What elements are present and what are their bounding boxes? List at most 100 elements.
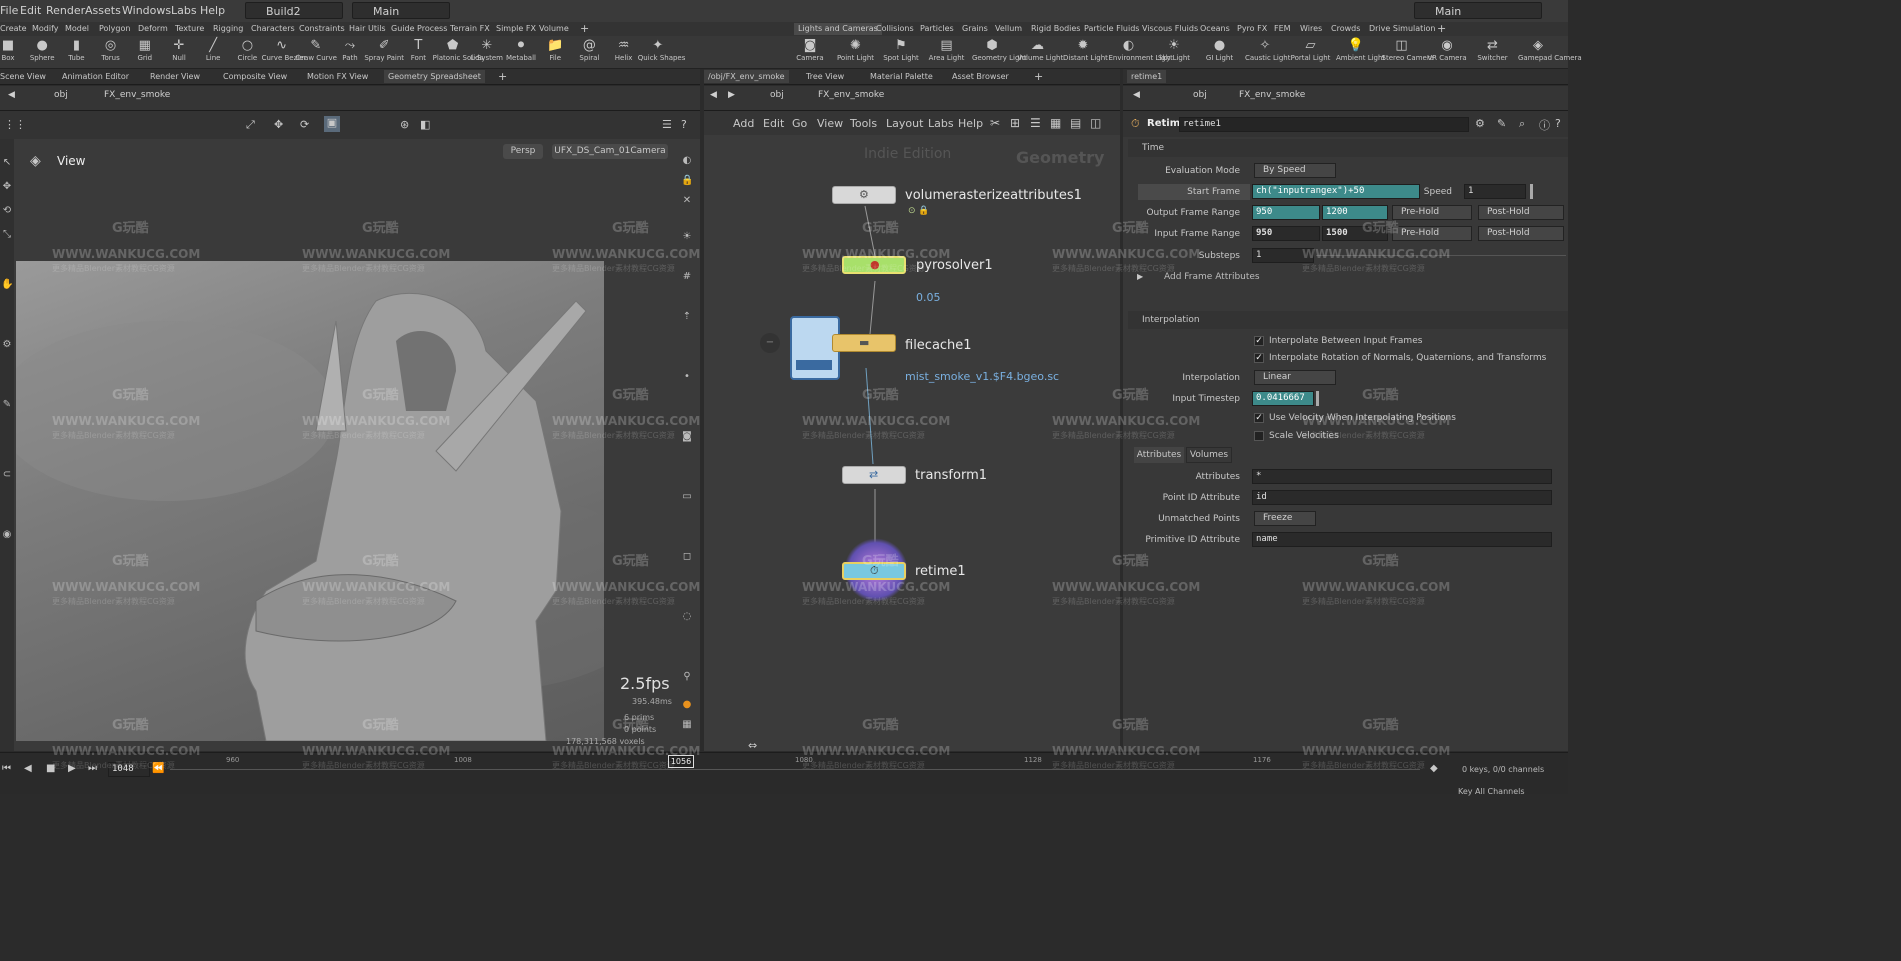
mid-path-node[interactable]: FX_env_smoke: [818, 90, 884, 100]
tool-vr-camera[interactable]: ◉ VR Camera: [1427, 36, 1467, 68]
input-end-field[interactable]: 1500: [1322, 226, 1388, 241]
substeps-field[interactable]: 1: [1252, 248, 1314, 263]
tool-distant-light[interactable]: ✹ Distant Light: [1063, 36, 1108, 68]
output-end-field[interactable]: 1200: [1322, 205, 1388, 220]
points-toggle-icon[interactable]: •: [681, 371, 693, 383]
menu-windows[interactable]: Windows: [122, 4, 171, 17]
node-volumerasterizeattributes1[interactable]: ⚙: [832, 186, 896, 204]
viewport-menu-icon[interactable]: ⋮⋮: [4, 118, 26, 131]
menu-render[interactable]: Render: [46, 4, 85, 17]
tool-geometry-light[interactable]: ⬢ Geometry Light: [972, 36, 1027, 68]
jump-end-icon[interactable]: ⏭: [88, 763, 97, 774]
tool-gamepad-camera[interactable]: ◈ Gamepad Camera: [1518, 36, 1582, 68]
mid-forward-arrow-icon[interactable]: ▶: [728, 90, 735, 100]
tool-caustic-light[interactable]: ✧ Caustic Light: [1245, 36, 1291, 68]
shelf-tab-model[interactable]: Model: [61, 23, 93, 35]
tool-portal-light[interactable]: ▱ Portal Light: [1291, 36, 1331, 68]
input-posthold-dropdown[interactable]: Post-Hold: [1478, 226, 1564, 241]
right-path-root[interactable]: obj: [1193, 90, 1207, 100]
shelf-tab-viscous-fluids[interactable]: Viscous Fluids: [1138, 23, 1202, 35]
output-prehold-dropdown[interactable]: Pre-Hold: [1392, 205, 1472, 220]
use-velocity-checkbox[interactable]: ✓: [1254, 413, 1264, 423]
viewport-help-icon[interactable]: ?: [681, 118, 687, 131]
handle-icon[interactable]: ✋: [1, 279, 13, 291]
select-icon[interactable]: ↖: [1, 157, 13, 169]
scale-icon[interactable]: ⤡: [1, 229, 13, 241]
stop-icon[interactable]: ■: [46, 763, 55, 774]
tab-material-palette[interactable]: Material Palette: [866, 70, 937, 83]
tab-network-path[interactable]: /obj/FX_env_smoke: [704, 70, 789, 83]
current-frame-field[interactable]: 1048: [108, 762, 150, 777]
tab-animation-editor[interactable]: Animation Editor: [58, 70, 133, 83]
tab-geometry-spreadsheet[interactable]: Geometry Spreadsheet: [384, 70, 485, 83]
context-right-dropdown[interactable]: Main: [1414, 2, 1542, 19]
unmatched-dropdown[interactable]: Freeze: [1254, 511, 1316, 526]
node-filecache1[interactable]: ▬: [832, 334, 896, 352]
node-label[interactable]: transform1: [915, 468, 987, 483]
add-shelf-tab-right-icon[interactable]: +: [1433, 23, 1450, 35]
shelf-tab-constraints[interactable]: Constraints: [295, 23, 349, 35]
add-mid-tab-icon[interactable]: +: [1030, 70, 1047, 83]
ghost-icon[interactable]: ◌: [681, 611, 693, 623]
shelf-tab-deform[interactable]: Deform: [134, 23, 172, 35]
help-icon[interactable]: ?: [1555, 117, 1561, 130]
tool-spot-light[interactable]: ⚑ Spot Light: [881, 36, 921, 68]
shelf-tab-polygon[interactable]: Polygon: [95, 23, 134, 35]
shelf-tab-pyro-fx[interactable]: Pyro FX: [1233, 23, 1271, 35]
output-start-field[interactable]: 950: [1252, 205, 1320, 220]
shelf-tab-oceans[interactable]: Oceans: [1196, 23, 1234, 35]
camera-dropdown[interactable]: UFX_DS_Cam_01Camera: [552, 144, 668, 159]
path-root[interactable]: obj: [54, 90, 68, 100]
display-options-icon[interactable]: ◐: [681, 155, 693, 167]
jump-start-icon[interactable]: ⏮: [2, 763, 11, 774]
shelf-tab-vellum[interactable]: Vellum: [991, 23, 1026, 35]
start-frame-field[interactable]: ch("inputrangex")+50: [1252, 184, 1420, 199]
key-all-channels-button[interactable]: Key All Channels: [1458, 787, 1525, 796]
node-label[interactable]: retime1: [915, 564, 966, 579]
shelf-tab-lights-cameras[interactable]: Lights and Cameras: [794, 23, 882, 35]
shelf-tab-wires[interactable]: Wires: [1296, 23, 1326, 35]
input-prehold-dropdown[interactable]: Pre-Hold: [1392, 226, 1472, 241]
menu-assets[interactable]: Assets: [85, 4, 121, 17]
pose-icon[interactable]: ⚙: [1, 339, 13, 351]
menu-file[interactable]: File: [0, 4, 18, 17]
magnet-icon[interactable]: ⊂: [1, 469, 13, 481]
tool-volume-light[interactable]: ☁ Volume Light: [1018, 36, 1064, 68]
primid-field[interactable]: name: [1252, 532, 1552, 547]
speed-slider[interactable]: [1530, 184, 1533, 199]
scale-velocities-checkbox[interactable]: [1254, 431, 1264, 441]
menu-labs[interactable]: Labs: [171, 4, 197, 17]
expand-arrow-icon[interactable]: ▶: [1137, 272, 1143, 281]
pin-icon[interactable]: ⚲: [681, 671, 693, 683]
scene-viewport[interactable]: ⋮⋮ ⤢ ✥ ⟳ ▣ ⊛ ◧ ☰ ? ◈ View Persp UFX_DS_C…: [0, 111, 700, 751]
play-icon[interactable]: ▶: [68, 763, 76, 774]
tab-scene-view[interactable]: Scene View: [0, 70, 50, 83]
shelf-tab-collisions[interactable]: Collisions: [872, 23, 918, 35]
node-name-field[interactable]: retime1: [1179, 117, 1469, 132]
lock-icon[interactable]: 🔒: [681, 175, 693, 187]
subtab-attributes[interactable]: Attributes: [1134, 447, 1184, 463]
tool-area-light[interactable]: ▤ Area Light: [927, 36, 967, 68]
step-back-icon[interactable]: ⏪: [152, 763, 164, 774]
gear-icon[interactable]: ⚙: [1475, 117, 1485, 130]
mid-path-root[interactable]: obj: [770, 90, 784, 100]
path-node[interactable]: FX_env_smoke: [104, 90, 170, 100]
shelf-tab-volume[interactable]: Volume: [535, 23, 573, 35]
right-path-node[interactable]: FX_env_smoke: [1239, 90, 1305, 100]
info-icon[interactable]: ⓘ: [1539, 117, 1550, 133]
xray-icon[interactable]: ✕: [681, 195, 693, 207]
shelf-tab-rigid-bodies[interactable]: Rigid Bodies: [1027, 23, 1084, 35]
tool-environment-light[interactable]: ◐ Environment Light: [1109, 36, 1173, 68]
safe-area-icon[interactable]: ◻: [681, 551, 693, 563]
right-back-arrow-icon[interactable]: ◀: [1133, 90, 1140, 100]
snap-tool-icon[interactable]: ▣: [324, 116, 340, 132]
shelf-tab-grains[interactable]: Grains: [958, 23, 992, 35]
pointid-field[interactable]: id: [1252, 490, 1552, 505]
viewport-settings-icon[interactable]: ☰: [662, 118, 672, 131]
grid-toggle-icon[interactable]: #: [681, 271, 693, 283]
add-tab-icon[interactable]: +: [494, 70, 511, 83]
display-tool-icon[interactable]: ⊛: [400, 118, 409, 131]
persp-dropdown[interactable]: Persp: [503, 144, 543, 159]
tab-asset-browser[interactable]: Asset Browser: [948, 70, 1013, 83]
tool-camera[interactable]: ◙ Camera: [790, 36, 830, 68]
